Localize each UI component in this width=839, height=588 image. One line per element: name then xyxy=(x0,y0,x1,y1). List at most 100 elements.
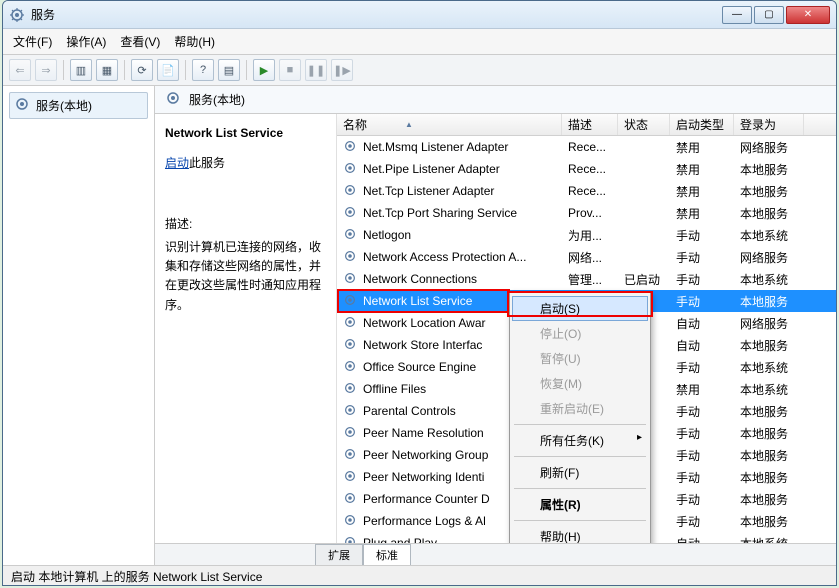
service-desc: Rece... xyxy=(562,140,618,154)
service-startup: 手动 xyxy=(670,227,734,244)
stop-service-button[interactable]: ■ xyxy=(279,59,301,81)
close-button[interactable]: ✕ xyxy=(786,6,830,24)
maximize-button[interactable]: ▢ xyxy=(754,6,784,24)
service-name: Network List Service xyxy=(363,294,472,308)
gear-icon xyxy=(343,513,359,529)
services-window: 服务 — ▢ ✕ 文件(F) 操作(A) 查看(V) 帮助(H) ⇐ ⇒ ▥ ▦… xyxy=(2,0,837,586)
service-name: Netlogon xyxy=(363,228,411,242)
refresh-button[interactable]: ⟳ xyxy=(131,59,153,81)
tab-extended[interactable]: 扩展 xyxy=(315,544,363,565)
ctx-item[interactable]: 所有任务(K) xyxy=(512,428,648,453)
service-name: Net.Msmq Listener Adapter xyxy=(363,140,508,154)
nav-forward-button[interactable]: ⇒ xyxy=(35,59,57,81)
column-header-name[interactable]: 名称 ▲ xyxy=(337,114,562,135)
gear-icon xyxy=(343,491,359,507)
service-desc: 网络... xyxy=(562,249,618,266)
service-logon: 本地服务 xyxy=(734,447,804,464)
service-row[interactable]: Netlogon 为用... 手动本地系统 xyxy=(337,224,836,246)
menu-view[interactable]: 查看(V) xyxy=(120,33,160,50)
service-logon: 本地服务 xyxy=(734,425,804,442)
nav-back-button[interactable]: ⇐ xyxy=(9,59,31,81)
service-name: Plug and Play xyxy=(363,536,437,543)
start-service-button[interactable]: ▶ xyxy=(253,59,275,81)
service-name: Net.Pipe Listener Adapter xyxy=(363,162,500,176)
column-header-desc[interactable]: 描述 xyxy=(562,114,618,135)
column-header-startup[interactable]: 启动类型 xyxy=(670,114,734,135)
show-hide-tree-button[interactable]: ▥ xyxy=(70,59,92,81)
service-row[interactable]: Network Connections管理...已启动手动本地系统 xyxy=(337,268,836,290)
description-label: 描述: xyxy=(165,215,326,232)
titlebar[interactable]: 服务 — ▢ ✕ xyxy=(3,1,836,29)
column-header-logon[interactable]: 登录为 xyxy=(734,114,804,135)
list-title-bar: 服务(本地) xyxy=(155,86,836,114)
service-row[interactable]: Net.Tcp Listener Adapter Rece... 禁用本地服务 xyxy=(337,180,836,202)
service-name: Network Location Awar xyxy=(363,316,486,330)
service-logon: 本地系统 xyxy=(734,271,804,288)
service-desc: 为用... xyxy=(562,227,618,244)
ctx-item: 恢复(M) xyxy=(512,371,648,396)
gear-icon xyxy=(343,249,359,265)
gear-icon xyxy=(343,183,359,199)
service-name: Performance Logs & Al xyxy=(363,514,486,528)
service-name: Peer Networking Group xyxy=(363,448,488,462)
service-row[interactable]: Net.Tcp Port Sharing ServiceProv...禁用本地服… xyxy=(337,202,836,224)
service-startup: 禁用 xyxy=(670,161,734,178)
service-logon: 本地服务 xyxy=(734,469,804,486)
service-name: Peer Name Resolution xyxy=(363,426,484,440)
gear-icon xyxy=(343,359,359,375)
menu-file[interactable]: 文件(F) xyxy=(13,33,52,50)
gear-icon xyxy=(343,535,359,543)
export-list-button[interactable]: 📄 xyxy=(157,59,179,81)
menu-help[interactable]: 帮助(H) xyxy=(174,33,215,50)
ctx-item: 停止(O) xyxy=(512,321,648,346)
details-pane-button[interactable]: ▦ xyxy=(96,59,118,81)
menu-action[interactable]: 操作(A) xyxy=(66,33,106,50)
restart-service-button[interactable]: ❚▶ xyxy=(331,59,353,81)
service-startup: 自动 xyxy=(670,337,734,354)
service-logon: 本地系统 xyxy=(734,227,804,244)
gear-icon xyxy=(343,271,359,287)
service-startup: 禁用 xyxy=(670,183,734,200)
gear-icon xyxy=(343,425,359,441)
service-startup: 手动 xyxy=(670,513,734,530)
service-startup: 手动 xyxy=(670,271,734,288)
ctx-item[interactable]: 启动(S) xyxy=(512,296,648,321)
minimize-button[interactable]: — xyxy=(722,6,752,24)
service-name: Office Source Engine xyxy=(363,360,476,374)
tab-standard[interactable]: 标准 xyxy=(363,544,411,565)
service-startup: 手动 xyxy=(670,403,734,420)
nav-item-services-local[interactable]: 服务(本地) xyxy=(9,92,148,119)
service-desc: Rece... xyxy=(562,184,618,198)
column-header-status[interactable]: 状态 xyxy=(618,114,670,135)
menubar: 文件(F) 操作(A) 查看(V) 帮助(H) xyxy=(3,29,836,55)
service-logon: 网络服务 xyxy=(734,249,804,266)
start-service-link[interactable]: 启动 xyxy=(165,154,189,171)
service-name: Peer Networking Identi xyxy=(363,470,484,484)
ctx-item[interactable]: 帮助(H) xyxy=(512,524,648,543)
ctx-item[interactable]: 属性(R) xyxy=(512,492,648,517)
services-list: 名称 ▲ 描述 状态 启动类型 登录为 Net.Msmq Listener Ad… xyxy=(337,114,836,543)
service-row[interactable]: Net.Pipe Listener AdapterRece...禁用本地服务 xyxy=(337,158,836,180)
help-button[interactable]: ? xyxy=(192,59,214,81)
services-icon xyxy=(9,7,25,23)
service-desc: 管理... xyxy=(562,271,618,288)
description-pane: Network List Service 启动此服务 描述: 识别计算机已连接的… xyxy=(155,114,337,543)
gear-icon xyxy=(343,161,359,177)
service-name: Net.Tcp Port Sharing Service xyxy=(363,206,517,220)
gear-icon xyxy=(343,293,359,309)
service-startup: 禁用 xyxy=(670,139,734,156)
service-logon: 本地系统 xyxy=(734,381,804,398)
service-row[interactable]: Net.Msmq Listener AdapterRece...禁用网络服务 xyxy=(337,136,836,158)
service-startup: 自动 xyxy=(670,535,734,544)
window-title: 服务 xyxy=(31,6,722,23)
pause-service-button[interactable]: ❚❚ xyxy=(305,59,327,81)
ctx-item: 暂停(U) xyxy=(512,346,648,371)
service-startup: 手动 xyxy=(670,293,734,310)
ctx-item: 重新启动(E) xyxy=(512,396,648,421)
service-name: Performance Counter D xyxy=(363,492,490,506)
ctx-item[interactable]: 刷新(F) xyxy=(512,460,648,485)
properties-button[interactable]: ▤ xyxy=(218,59,240,81)
service-name: Net.Tcp Listener Adapter xyxy=(363,184,494,198)
service-row[interactable]: Network Access Protection A...网络...手动网络服… xyxy=(337,246,836,268)
service-logon: 本地服务 xyxy=(734,183,804,200)
